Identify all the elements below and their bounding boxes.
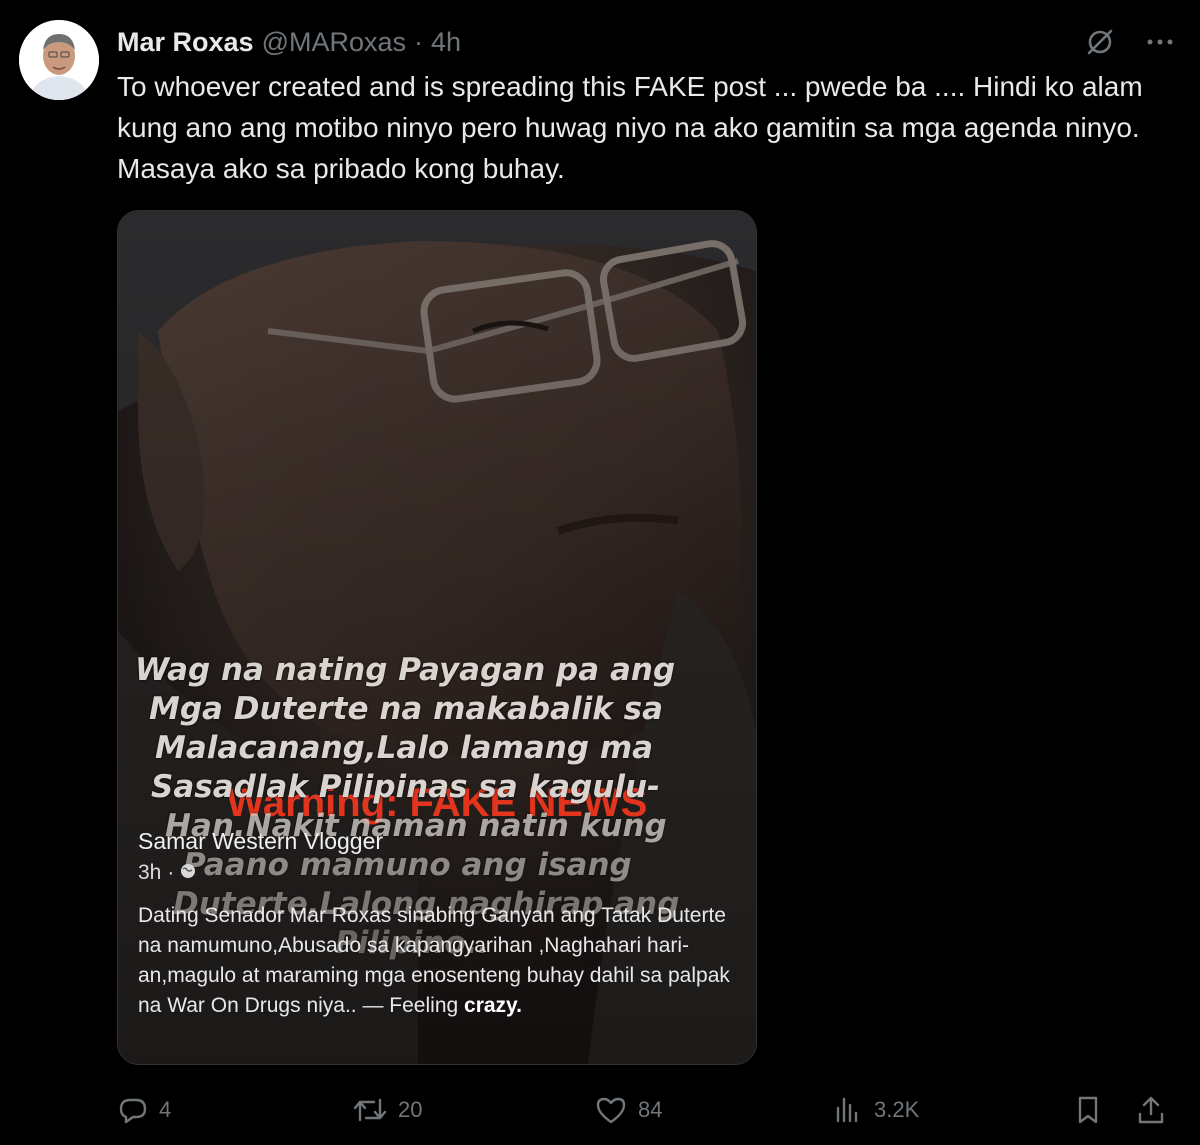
repost-button[interactable]: 20 <box>352 1090 422 1130</box>
more-icon[interactable] <box>1144 26 1176 58</box>
overlay-line: Mga Duterte na makabalik sa <box>149 691 663 727</box>
header-separator: · <box>414 26 424 57</box>
share-icon <box>1135 1094 1167 1126</box>
like-button[interactable]: 84 <box>594 1090 662 1130</box>
tweet-time[interactable]: 4h <box>431 27 461 58</box>
like-count: 84 <box>638 1097 663 1122</box>
author-name[interactable]: Mar Roxas <box>117 27 254 58</box>
overlay-line: Malacanang,Lalo lamang ma <box>155 730 654 766</box>
fb-post-body: Dating Senador Mar Roxas sinabing Ganyan… <box>138 901 738 1021</box>
reply-button[interactable]: 4 <box>117 1090 171 1130</box>
fb-post-text: Dating Senador Mar Roxas sinabing Ganyan… <box>138 904 730 1017</box>
reply-icon <box>117 1094 149 1126</box>
tweet-header: Mar Roxas @MARoxas · 4h <box>117 22 461 62</box>
tweet-actions: 4 20 84 3.2K <box>117 1090 1177 1130</box>
avatar[interactable] <box>19 20 99 100</box>
bookmark-button[interactable] <box>1072 1090 1104 1130</box>
repost-count: 20 <box>398 1097 423 1122</box>
views-count: 3.2K <box>874 1097 920 1122</box>
tweet-top-actions <box>1084 22 1176 62</box>
fb-feeling: crazy. <box>464 994 523 1017</box>
tweet-text: To whoever created and is spreading this… <box>117 71 1143 184</box>
views-button[interactable]: 3.2K <box>832 1090 919 1130</box>
tweet-media[interactable]: Warning: FAKE NEWS Wag na nating Payagan… <box>117 210 757 1065</box>
fb-post-meta: 3h · <box>138 861 196 885</box>
repost-icon <box>352 1094 388 1126</box>
fb-page-name: Samar Western Vlogger <box>138 828 384 854</box>
fb-post-time: 3h <box>138 861 162 884</box>
reply-count: 4 <box>159 1097 172 1122</box>
overlay-line: Wag na nating Payagan pa ang <box>135 652 676 688</box>
author-handle[interactable]: @MARoxas <box>262 27 406 58</box>
overlay-line: Sasadlak Pilipinas sa kagulu- <box>151 769 660 805</box>
share-button[interactable] <box>1135 1090 1167 1130</box>
like-icon <box>594 1094 628 1126</box>
bookmark-icon <box>1072 1094 1104 1126</box>
fb-meta-separator: · <box>167 861 175 884</box>
globe-icon <box>180 861 196 885</box>
grok-icon[interactable] <box>1084 26 1116 58</box>
views-icon <box>832 1094 864 1126</box>
